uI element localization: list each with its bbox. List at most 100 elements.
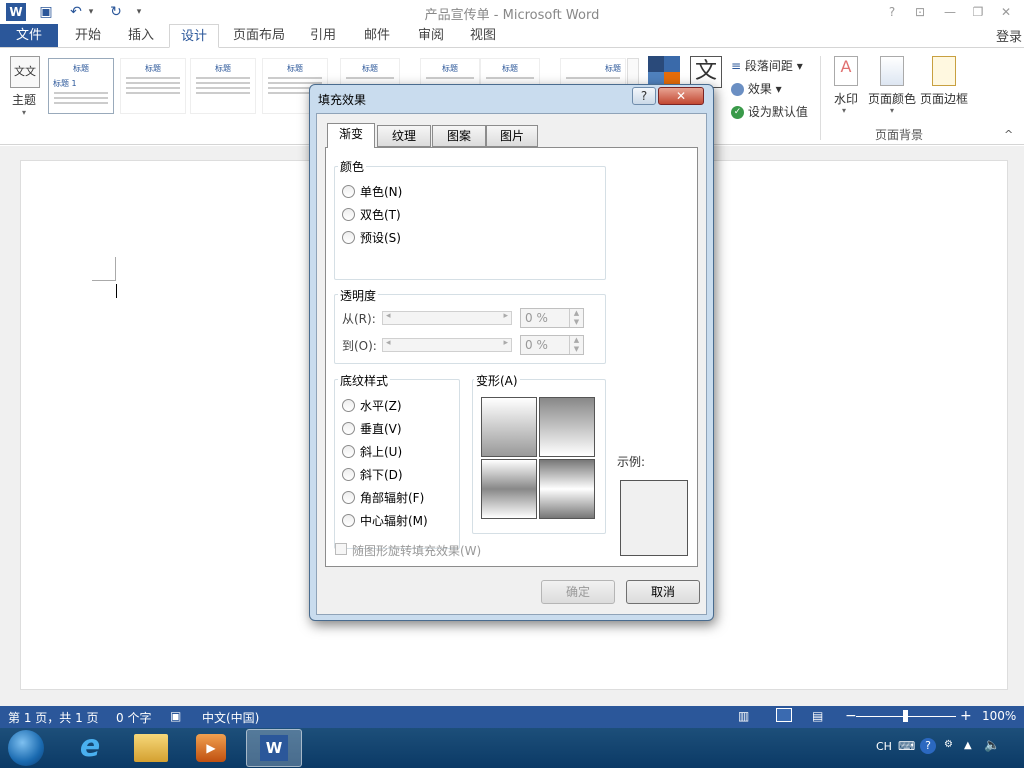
- media-player-icon[interactable]: ▶: [196, 734, 226, 762]
- preset-radio[interactable]: [342, 231, 355, 244]
- read-mode-icon[interactable]: ▥: [738, 709, 749, 723]
- tab-file[interactable]: 文件: [0, 24, 58, 48]
- variant-swatch-2[interactable]: [539, 397, 595, 457]
- horizontal-label[interactable]: 水平(Z): [360, 397, 402, 414]
- volume-icon[interactable]: 🔈: [984, 738, 1000, 753]
- style-gallery-item[interactable]: 标题 标题 1: [48, 58, 114, 114]
- dialog-help-button[interactable]: ?: [632, 87, 656, 105]
- tab-texture[interactable]: 纹理: [377, 125, 431, 147]
- tab-gradient[interactable]: 渐变: [327, 123, 375, 148]
- from-corner-label[interactable]: 角部辐射(F): [360, 489, 424, 506]
- vertical-radio[interactable]: [342, 422, 355, 435]
- effects-icon: [731, 83, 744, 96]
- style-gallery-item[interactable]: 标题: [120, 58, 186, 114]
- page-color-button-label[interactable]: 页面颜色: [868, 90, 916, 107]
- one-color-label[interactable]: 单色(N): [360, 183, 402, 200]
- diagonal-down-radio[interactable]: [342, 468, 355, 481]
- from-center-radio[interactable]: [342, 514, 355, 527]
- settings-tray-icon[interactable]: ⚙: [944, 739, 953, 750]
- from-center-label[interactable]: 中心辐射(M): [360, 512, 428, 529]
- tab-mailings[interactable]: 邮件: [354, 24, 400, 48]
- login-link[interactable]: 登录: [996, 26, 1022, 45]
- variant-swatch-1[interactable]: [481, 397, 537, 457]
- word-app-icon[interactable]: W: [6, 3, 26, 21]
- variant-swatch-3[interactable]: [481, 459, 537, 519]
- close-button[interactable]: ✕: [994, 2, 1018, 22]
- tab-insert[interactable]: 插入: [116, 24, 166, 48]
- theme-button-label[interactable]: 主题: [12, 91, 36, 108]
- dialog-title: 填充效果: [318, 93, 367, 107]
- theme-dropdown-icon: ▾: [22, 108, 27, 117]
- to-spinner-arrows-icon[interactable]: ▲ ▼: [569, 336, 583, 354]
- theme-icon[interactable]: 文文: [10, 56, 40, 88]
- language-indicator[interactable]: 中文(中国): [202, 709, 259, 726]
- tab-references[interactable]: 引用: [300, 24, 346, 48]
- ok-button[interactable]: 确定: [541, 580, 615, 604]
- web-layout-icon[interactable]: ▤: [812, 709, 823, 723]
- from-spinner-arrows-icon[interactable]: ▲ ▼: [569, 309, 583, 327]
- tab-pattern[interactable]: 图案: [432, 125, 486, 147]
- word-count[interactable]: 0 个字: [116, 709, 151, 726]
- customize-qat-icon[interactable]: ▾: [132, 2, 146, 22]
- cancel-button[interactable]: 取消: [626, 580, 700, 604]
- page-border-icon[interactable]: [932, 56, 956, 86]
- rotate-with-shape-checkbox[interactable]: [335, 543, 347, 555]
- tab-view[interactable]: 视图: [460, 24, 506, 48]
- watermark-button-label[interactable]: 水印: [834, 90, 858, 107]
- help-tray-icon[interactable]: ?: [920, 738, 936, 754]
- tab-review[interactable]: 审阅: [408, 24, 454, 48]
- diagonal-up-radio[interactable]: [342, 445, 355, 458]
- help-button[interactable]: ?: [880, 2, 904, 22]
- undo-icon[interactable]: ↶: [66, 2, 86, 22]
- vertical-label[interactable]: 垂直(V): [360, 420, 402, 437]
- preset-label[interactable]: 预设(S): [360, 229, 401, 246]
- variant-swatch-4[interactable]: [539, 459, 595, 519]
- zoom-level[interactable]: 100%: [982, 709, 1016, 723]
- checkmark-icon: ✓: [731, 106, 744, 119]
- two-colors-label[interactable]: 双色(T): [360, 206, 401, 223]
- page-color-icon[interactable]: [880, 56, 904, 86]
- zoom-out-button[interactable]: −: [845, 708, 857, 724]
- tab-home[interactable]: 开始: [62, 24, 114, 48]
- page-border-button-label[interactable]: 页面边框: [920, 90, 968, 107]
- two-colors-radio[interactable]: [342, 208, 355, 221]
- proofing-icon[interactable]: ▣: [170, 709, 181, 723]
- input-language-indicator[interactable]: CH: [876, 740, 892, 753]
- tab-layout[interactable]: 页面布局: [226, 24, 292, 48]
- ribbon-display-options-button[interactable]: ⊡: [908, 2, 932, 22]
- save-icon[interactable]: ▣: [36, 2, 56, 22]
- to-slider[interactable]: ◂ ▸: [382, 338, 512, 352]
- start-button-icon[interactable]: [8, 730, 44, 766]
- maximize-button[interactable]: ❐: [966, 2, 990, 22]
- tab-picture[interactable]: 图片: [486, 125, 538, 147]
- from-slider[interactable]: ◂ ▸: [382, 311, 512, 325]
- internet-explorer-icon[interactable]: e: [72, 730, 108, 766]
- zoom-in-button[interactable]: +: [960, 708, 972, 724]
- tab-design[interactable]: 设计: [169, 24, 219, 48]
- set-as-default-button[interactable]: ✓ 设为默认值: [731, 103, 808, 120]
- from-label: 从(R):: [342, 312, 376, 326]
- dialog-close-button[interactable]: ✕: [658, 87, 704, 105]
- one-color-radio[interactable]: [342, 185, 355, 198]
- horizontal-radio[interactable]: [342, 399, 355, 412]
- zoom-slider-thumb[interactable]: [903, 710, 908, 722]
- paragraph-spacing-button[interactable]: ≡ 段落间距 ▾: [731, 57, 803, 74]
- to-label: 到(O):: [342, 339, 377, 353]
- redo-icon[interactable]: ↻: [106, 2, 126, 22]
- keyboard-icon[interactable]: ⌨: [898, 739, 915, 753]
- show-hidden-icons[interactable]: ▲: [964, 740, 972, 751]
- rotate-with-shape-label[interactable]: 随图形旋转填充效果(W): [352, 542, 481, 559]
- minimize-button[interactable]: —: [938, 2, 962, 22]
- watermark-icon[interactable]: A: [834, 56, 858, 86]
- effects-button[interactable]: 效果 ▾: [731, 80, 782, 97]
- page-count[interactable]: 第 1 页，共 1 页: [8, 709, 99, 726]
- collapse-ribbon-icon[interactable]: ^: [1004, 128, 1013, 141]
- from-corner-radio[interactable]: [342, 491, 355, 504]
- undo-dropdown-icon[interactable]: ▾: [86, 2, 96, 22]
- gradient-panel: 颜色 单色(N) 双色(T) 预设(S) 透明度 从(R): ◂ ▸ 0 % ▲ ▼…: [325, 147, 698, 567]
- file-explorer-icon[interactable]: [134, 734, 168, 762]
- diagonal-up-label[interactable]: 斜上(U): [360, 443, 402, 460]
- diagonal-down-label[interactable]: 斜下(D): [360, 466, 403, 483]
- style-gallery-item[interactable]: 标题: [190, 58, 256, 114]
- print-layout-icon[interactable]: [776, 708, 792, 722]
